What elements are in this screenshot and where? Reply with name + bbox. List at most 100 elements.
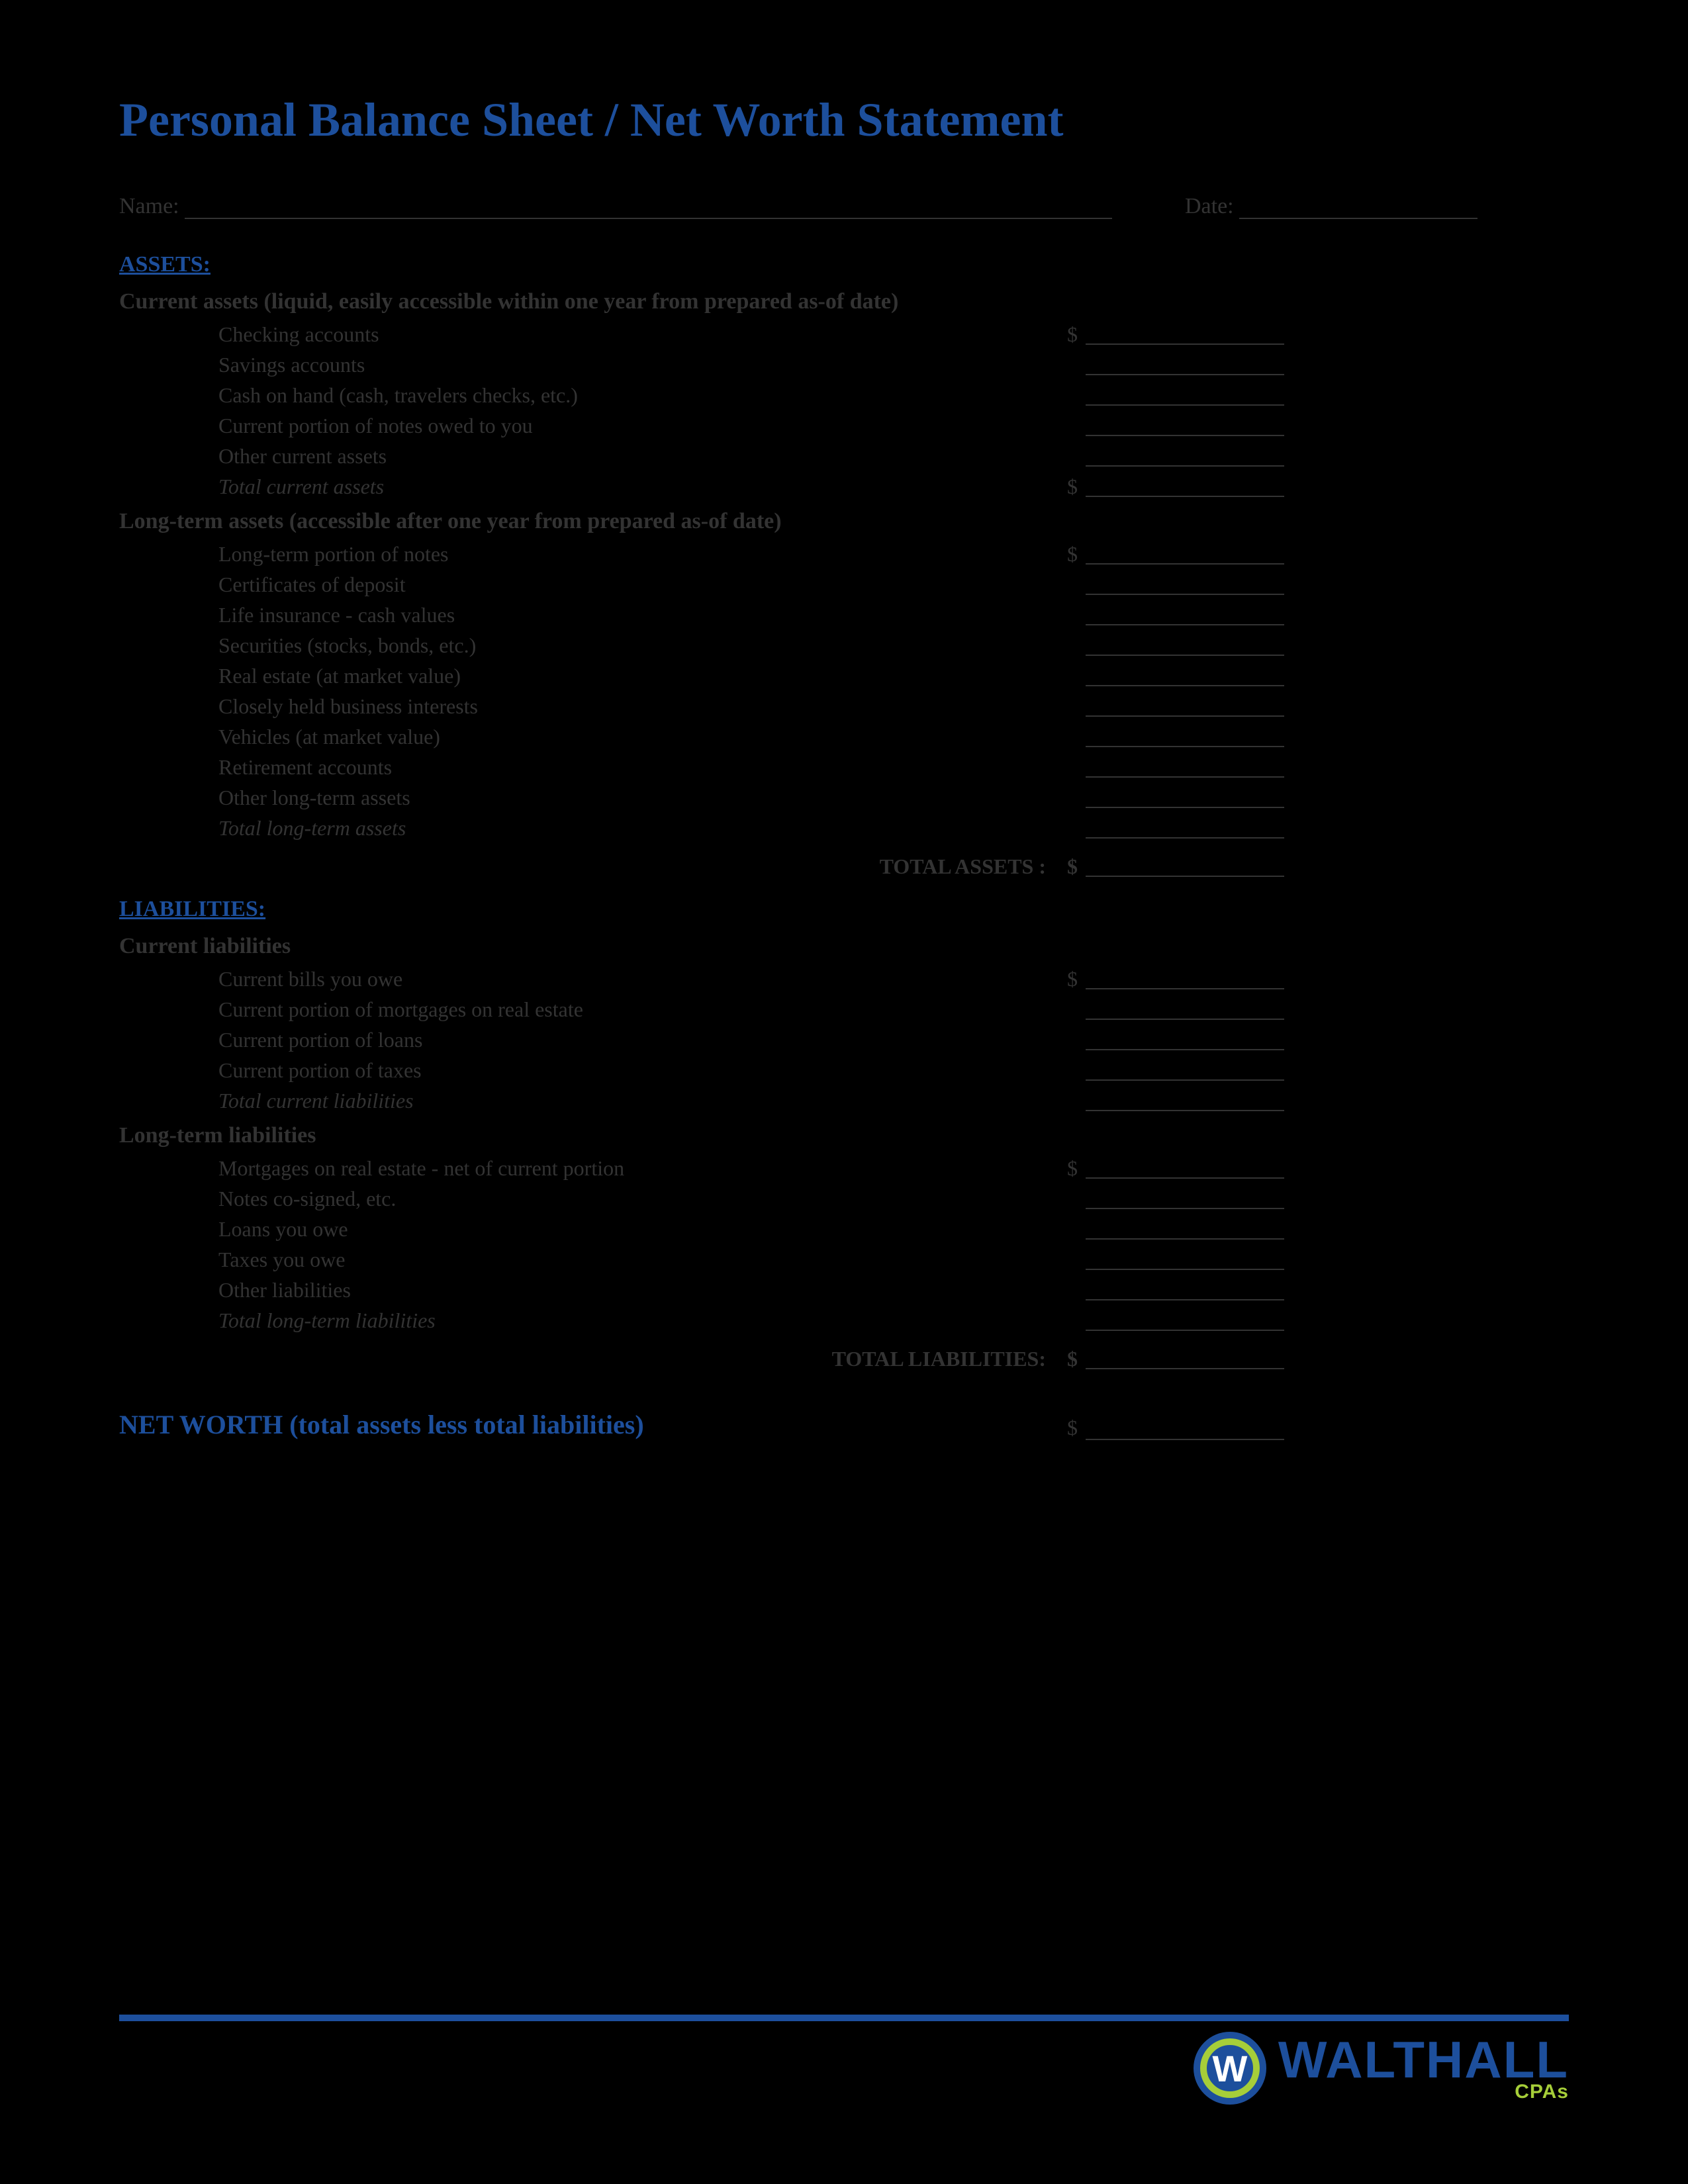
line-item: Current portion of loans [119,1029,1569,1050]
amount-field[interactable] [1086,727,1284,747]
amount-field[interactable] [1086,666,1284,686]
grand-total-label: TOTAL ASSETS : [119,856,1046,877]
line-item: Other liabilities [119,1279,1569,1300]
item-label: Current portion of notes owed to you [119,415,1046,436]
name-input-line[interactable] [185,197,1112,219]
subtotal-row: Total long-term assets [119,817,1569,839]
line-item: Long-term portion of notes$ [119,543,1569,565]
line-item: Current portion of mortgages on real est… [119,999,1569,1020]
amount-field[interactable] [1086,606,1284,625]
amount-field[interactable] [1086,1349,1284,1369]
amount-field[interactable] [1086,1189,1284,1209]
amount-field[interactable] [1086,1159,1284,1179]
amount-field[interactable] [1086,355,1284,375]
current-liabilities-subhead: Current liabilities [119,934,1569,959]
amount-field[interactable] [1086,1091,1284,1111]
currency-symbol: $ [1046,476,1086,497]
amount-field[interactable] [1086,636,1284,656]
item-label: Savings accounts [119,354,1046,375]
amount-field[interactable] [1086,447,1284,467]
page-title: Personal Balance Sheet / Net Worth State… [119,93,1569,148]
footer: W WALTHALL CPAs [119,2015,1569,2105]
amount-field[interactable] [1086,1311,1284,1331]
amount-field[interactable] [1086,697,1284,717]
subtotal-label: Total current assets [119,476,1046,497]
amount-field[interactable] [1086,1281,1284,1300]
subtotal-row: Total current assets$ [119,476,1569,497]
currency-symbol: $ [1046,968,1086,989]
item-label: Closely held business interests [119,696,1046,717]
date-input-line[interactable] [1239,197,1477,219]
item-label: Taxes you owe [119,1249,1046,1270]
line-item: Closely held business interests [119,696,1569,717]
total-assets-row: TOTAL ASSETS :$ [119,856,1569,877]
item-label: Cash on hand (cash, travelers checks, et… [119,385,1046,406]
longterm-liabilities-subhead: Long-term liabilities [119,1123,1569,1148]
line-item: Other current assets [119,445,1569,467]
amount-field[interactable] [1086,1250,1284,1270]
amount-field[interactable] [1086,1420,1284,1440]
amount-field[interactable] [1086,325,1284,345]
amount-field[interactable] [1086,819,1284,839]
line-item: Savings accounts [119,354,1569,375]
item-label: Loans you owe [119,1218,1046,1240]
logo-subtext: CPAs [1515,2083,1569,2102]
grand-total-label: TOTAL LIABILITIES: [119,1348,1046,1369]
currency-symbol: $ [1046,1416,1086,1440]
item-label: Other liabilities [119,1279,1046,1300]
currency-symbol: $ [1046,543,1086,565]
logo-mark-icon: W [1194,2032,1266,2105]
assets-heading: ASSETS: [119,252,1569,277]
line-item: Current portion of taxes [119,1060,1569,1081]
footer-rule [119,2015,1569,2021]
amount-field[interactable] [1086,386,1284,406]
line-item: Mortgages on real estate - net of curren… [119,1158,1569,1179]
item-label: Current bills you owe [119,968,1046,989]
currency-symbol: $ [1046,856,1086,877]
amount-field[interactable] [1086,1220,1284,1240]
line-item: Current portion of notes owed to you [119,415,1569,436]
item-label: Retirement accounts [119,756,1046,778]
line-item: Life insurance - cash values [119,604,1569,625]
item-label: Vehicles (at market value) [119,726,1046,747]
line-item: Current bills you owe$ [119,968,1569,989]
date-label: Date: [1185,194,1234,219]
item-label: Securities (stocks, bonds, etc.) [119,635,1046,656]
subtotal-label: Total long-term liabilities [119,1310,1046,1331]
amount-field[interactable] [1086,788,1284,808]
line-item: Loans you owe [119,1218,1569,1240]
amount-field[interactable] [1086,1000,1284,1020]
line-item: Checking accounts$ [119,324,1569,345]
currency-symbol: $ [1046,1158,1086,1179]
total-liabilities-row: TOTAL LIABILITIES:$ [119,1348,1569,1369]
item-label: Other current assets [119,445,1046,467]
amount-field[interactable] [1086,575,1284,595]
item-label: Certificates of deposit [119,574,1046,595]
amount-field[interactable] [1086,477,1284,497]
amount-field[interactable] [1086,970,1284,989]
amount-field[interactable] [1086,1030,1284,1050]
net-worth-row: NET WORTH (total assets less total liabi… [119,1409,1569,1440]
subtotal-label: Total long-term assets [119,817,1046,839]
net-worth-label: NET WORTH (total assets less total liabi… [119,1409,1046,1440]
amount-field[interactable] [1086,416,1284,436]
amount-field[interactable] [1086,758,1284,778]
item-label: Checking accounts [119,324,1046,345]
line-item: Securities (stocks, bonds, etc.) [119,635,1569,656]
item-label: Mortgages on real estate - net of curren… [119,1158,1046,1179]
line-item: Certificates of deposit [119,574,1569,595]
item-label: Notes co-signed, etc. [119,1188,1046,1209]
line-item: Notes co-signed, etc. [119,1188,1569,1209]
subtotal-label: Total current liabilities [119,1090,1046,1111]
amount-field[interactable] [1086,1061,1284,1081]
amount-field[interactable] [1086,857,1284,877]
subtotal-row: Total current liabilities [119,1090,1569,1111]
amount-field[interactable] [1086,545,1284,565]
logo-text: WALTHALL [1278,2035,1569,2084]
item-label: Real estate (at market value) [119,665,1046,686]
line-item: Retirement accounts [119,756,1569,778]
currency-symbol: $ [1046,1348,1086,1369]
line-item: Other long-term assets [119,787,1569,808]
brand-logo: W WALTHALL CPAs [119,2032,1569,2105]
item-label: Current portion of mortgages on real est… [119,999,1046,1020]
